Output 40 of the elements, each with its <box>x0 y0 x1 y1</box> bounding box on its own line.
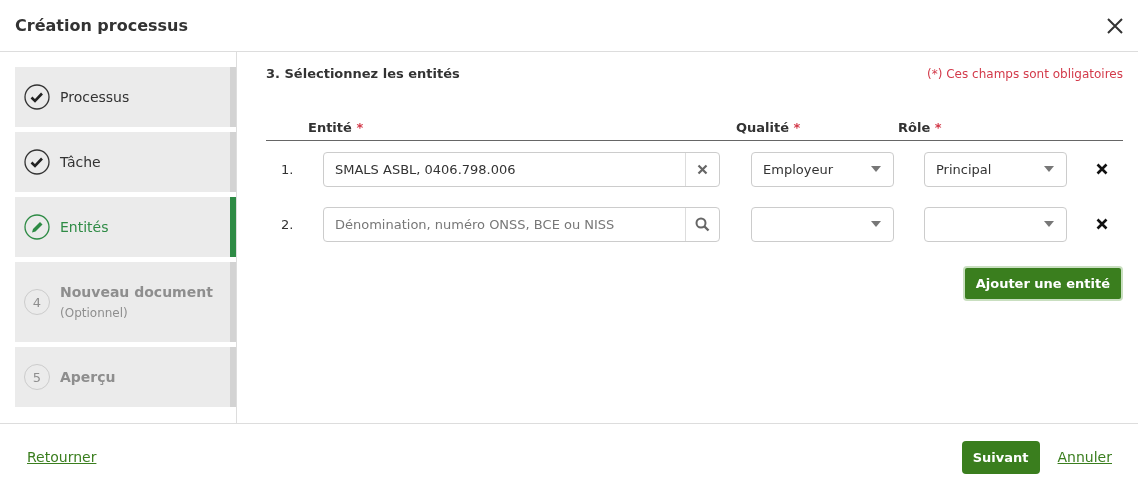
caret-icon <box>1044 221 1054 227</box>
remove-icon <box>1096 163 1108 175</box>
remove-button[interactable] <box>1096 218 1108 230</box>
cancel-link[interactable]: Annuler <box>1057 449 1112 465</box>
close-button[interactable] <box>1106 16 1124 35</box>
step-note: (Optionnel) <box>60 306 129 320</box>
column-header: Qualité * <box>736 120 802 137</box>
caret-icon <box>1044 166 1054 172</box>
step-item[interactable]: Tâche <box>15 132 236 192</box>
column-header: Rôle * <box>898 120 942 137</box>
remove-icon <box>1096 218 1108 230</box>
required-note: (*) Ces champs sont obligatoires <box>927 66 1123 81</box>
caret-icon <box>871 166 881 172</box>
check-circle-icon <box>24 149 50 175</box>
role-dropdown[interactable]: Principal <box>924 151 1067 187</box>
search-icon <box>695 216 710 232</box>
row-number: 2. <box>280 216 295 232</box>
step-item[interactable]: 4 Nouveau document (Optionnel) <box>15 262 236 342</box>
caret-icon <box>871 221 881 227</box>
step-label: Processus <box>60 89 130 105</box>
close-icon <box>1106 16 1124 35</box>
step-item[interactable]: Entités <box>15 197 236 257</box>
step-item[interactable]: Processus <box>15 67 236 127</box>
row-number: 1. <box>280 161 295 177</box>
step-label: Tâche <box>60 154 101 170</box>
check-circle-icon <box>24 84 50 110</box>
quality-dropdown[interactable]: Employeur <box>751 151 894 187</box>
step-label: Nouveau document <box>60 284 213 300</box>
add-entity-button[interactable]: Ajouter une entité <box>962 266 1123 301</box>
remove-button[interactable] <box>1096 163 1108 175</box>
section-title: 3. Sélectionnez les entités <box>266 66 460 81</box>
window-title: Création processus <box>15 16 188 35</box>
step-label: Entités <box>60 219 109 235</box>
step-label: Aperçu <box>60 369 116 385</box>
back-link[interactable]: Retourner <box>27 449 97 465</box>
clear-icon <box>697 163 708 175</box>
step-item[interactable]: 5 Aperçu <box>15 347 236 407</box>
next-button[interactable]: Suivant <box>961 440 1040 474</box>
column-header: Entité * <box>308 120 365 137</box>
pencil-circle-icon <box>24 214 50 240</box>
